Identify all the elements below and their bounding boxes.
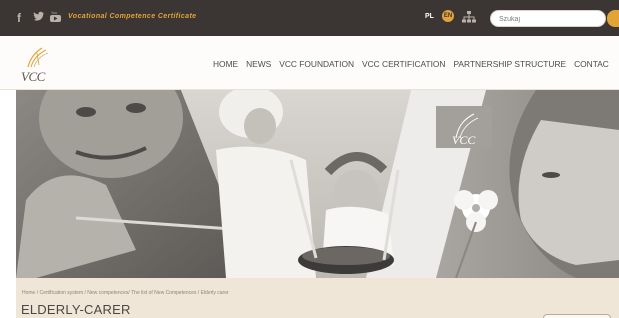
search-box (490, 10, 606, 27)
hero-child-face (334, 170, 378, 210)
svg-text:You: You (51, 11, 57, 15)
hero-badge-text: VCC (452, 133, 476, 147)
nav-item-vcc-foundation[interactable]: VCC FOUNDATION (279, 59, 354, 69)
page-title: ELDERLY-CARER (21, 302, 131, 317)
hero-banner: VCC (16, 90, 619, 278)
facebook-icon[interactable]: f (17, 11, 21, 25)
site-tagline: Vocational Competence Certificate (68, 13, 197, 20)
sitemap-icon[interactable] (462, 11, 476, 29)
search-button[interactable] (607, 10, 619, 27)
nav-item-contact[interactable]: CONTAC (574, 59, 609, 69)
language-en[interactable]: EN (442, 10, 454, 22)
nav-item-vcc-certification[interactable]: VCC CERTIFICATION (362, 59, 445, 69)
top-bar: f You Vocational Competence Certificate … (0, 0, 619, 36)
language-pl[interactable]: PL (425, 13, 434, 20)
nav-item-home[interactable]: HOME (213, 59, 238, 69)
nav-item-partnership-structure[interactable]: PARTNERSHIP STRUCTURE (453, 59, 566, 69)
side-button[interactable] (543, 314, 611, 318)
search-input[interactable] (499, 13, 595, 25)
nav-item-news[interactable]: NEWS (246, 59, 271, 69)
twitter-icon[interactable] (33, 11, 45, 25)
breadcrumb[interactable]: Home / Certification system / New compet… (22, 290, 229, 296)
main-nav: HOME NEWS VCC FOUNDATION VCC CERTIFICATION P… (213, 59, 617, 69)
youtube-icon[interactable]: You (50, 11, 61, 28)
site-header: VCC HOME NEWS VCC FOUNDATION VCC CERTIFICAT… (0, 36, 619, 90)
logo-text: VCC (21, 69, 45, 84)
page-header: Home / Certification system / New compet… (16, 278, 619, 318)
